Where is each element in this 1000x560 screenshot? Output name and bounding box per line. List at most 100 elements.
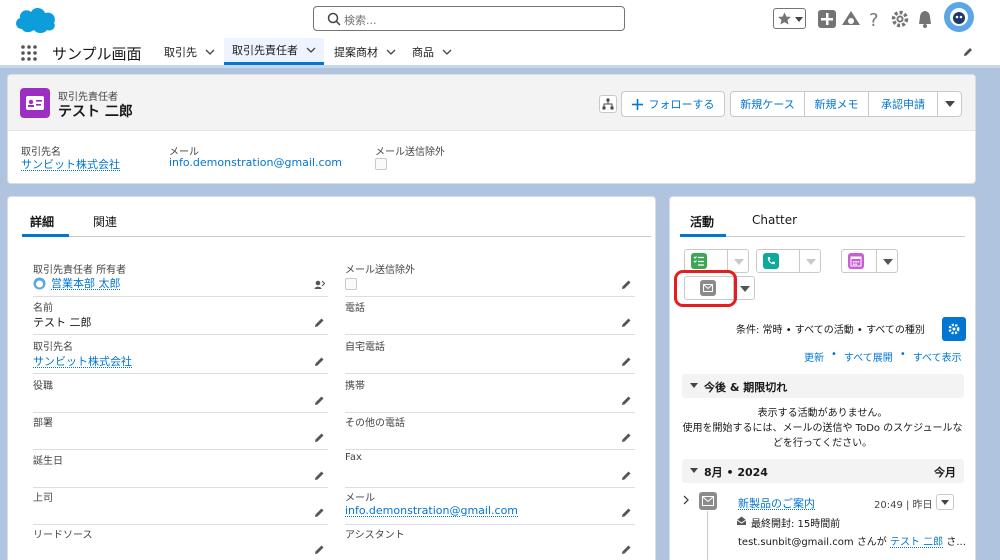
calendar-icon [848,253,864,269]
user-avatar[interactable] [944,2,974,32]
plus-icon [631,98,643,110]
hierarchy-button[interactable] [599,95,617,113]
filter-settings-button[interactable] [942,317,966,341]
email-link[interactable]: info.demonstration@gmail.com [169,156,342,169]
tab-chatter[interactable]: Chatter [752,213,797,227]
edit-pencil-icon[interactable] [621,317,632,328]
activity-card: 活動 Chatter 条件: 常時 • すべての活動 • すべての種別 更新 •… [669,196,976,560]
edit-pencil-icon[interactable] [314,432,325,443]
field-name: 名前 テスト 二郎 [33,297,328,335]
field-owner: 取引先責任者 所有者 営業本部 太郎 [33,259,328,297]
upcoming-overdue-section[interactable]: 今後 & 期限切れ [682,374,964,398]
chevron-down-icon [883,259,893,265]
setup-gear-icon[interactable] [889,8,911,30]
chevron-right-icon[interactable] [682,495,690,505]
chevron-down-icon[interactable] [442,47,452,57]
notification-bell-icon[interactable] [914,8,936,30]
nav-item-label: 取引先責任者 [232,44,298,57]
edit-pencil-icon[interactable] [314,544,325,555]
field-mobile: 携帯 [345,375,635,413]
event-dropdown-button[interactable] [876,249,898,273]
app-launcher-icon[interactable] [20,44,38,62]
chevron-down-icon [690,468,698,473]
section-title: 8月 • 2024 [704,466,768,479]
field-label: 上司 [33,493,53,504]
activity-filter-text: 条件: 常時 • すべての活動 • すべての種別 [736,325,925,336]
separator-dot: • [831,349,837,360]
tab-selected-indicator [680,234,726,237]
nav-item-contacts[interactable]: 取引先責任者 [224,38,324,65]
chevron-down-icon[interactable] [386,47,396,57]
tab-details[interactable]: 詳細 [30,213,54,230]
tab-related[interactable]: 関連 [93,213,117,230]
new-memo-button[interactable]: 新規メモ [804,91,869,117]
activity-subject-link[interactable]: 新製品のご案内 [738,495,815,511]
edit-nav-pencil-icon[interactable] [962,46,974,58]
nav-item-products[interactable]: 商品 [404,38,460,65]
favorites-button[interactable] [773,8,806,29]
edit-pencil-icon[interactable] [314,507,325,518]
chevron-down-icon [690,383,698,388]
help-icon[interactable]: ? [864,8,886,30]
last-opened-text: 最終開封: 15時間前 [751,519,841,530]
hierarchy-icon [602,98,614,110]
edit-pencil-icon[interactable] [621,395,632,406]
refresh-link[interactable]: 更新 [804,349,824,364]
call-dropdown-button[interactable] [799,249,821,273]
recipient-link[interactable]: テスト 二郎 [890,537,943,548]
chevron-down-icon [734,259,744,265]
new-event-button[interactable] [841,249,877,273]
gear-icon [948,323,960,335]
edit-pencil-icon[interactable] [621,470,632,481]
show-all-link[interactable]: すべて表示 [913,349,962,364]
field-value: テスト 二郎 [33,316,92,329]
account-link[interactable]: サンビット株式会社 [33,353,132,369]
follow-button[interactable]: フォローする [621,91,725,117]
account-name-link[interactable]: サンビット株式会社 [21,156,120,172]
edit-pencil-icon[interactable] [621,432,632,443]
field-label: 部署 [33,418,53,429]
edit-pencil-icon[interactable] [314,395,325,406]
edit-pencil-icon[interactable] [314,356,325,367]
month-section[interactable]: 8月 • 2024 今月 [682,459,964,483]
participant-more: さ... [946,537,966,548]
field-label: リードソース [33,530,93,541]
edit-pencil-icon[interactable] [621,544,632,555]
salesforce-logo[interactable] [12,3,58,35]
global-search-input[interactable]: 検索... [313,6,625,31]
more-actions-button[interactable] [937,91,962,117]
tab-activity[interactable]: 活動 [690,213,714,230]
new-case-button[interactable]: 新規ケース [730,91,805,117]
owner-link[interactable]: 営業本部 太郎 [51,275,121,291]
edit-pencil-icon[interactable] [314,317,325,328]
field-label: 電話 [345,303,365,314]
activity-links: 更新 • すべて展開 • すべて表示 [804,349,962,364]
change-owner-icon[interactable] [314,279,325,290]
nav-item-proposals[interactable]: 提案商材 [326,38,404,65]
nav-item-label: 提案商材 [334,45,378,59]
record-header-card: 取引先責任者 テスト 二郎 フォローする 新規ケース 新規メモ 承認申請 取引先… [7,74,976,184]
email-link[interactable]: info.demonstration@gmail.com [345,504,518,517]
edit-pencil-icon[interactable] [621,279,632,290]
field-title: 役職 [33,375,328,413]
owner-value: 営業本部 太郎 [33,275,121,291]
edit-pencil-icon[interactable] [621,356,632,367]
chevron-down-icon [944,101,955,107]
expand-all-link[interactable]: すべて展開 [844,349,893,364]
approval-request-button[interactable]: 承認申請 [868,91,938,117]
nav-item-accounts[interactable]: 取引先 [156,38,223,65]
field-label: 名前 [33,303,53,314]
activity-item-menu-button[interactable] [936,494,954,510]
trailhead-icon[interactable] [840,8,862,30]
chevron-down-icon[interactable] [306,45,316,55]
global-create-icon[interactable] [816,8,838,30]
chevron-down-icon[interactable] [205,47,215,57]
log-call-button[interactable] [756,249,800,273]
edit-pencil-icon[interactable] [314,470,325,481]
astro-icon [950,8,968,26]
empty-line: どを行ってください。 [772,438,873,449]
field-other-phone: その他の電話 [345,412,635,450]
edit-pencil-icon[interactable] [621,507,632,518]
chevron-down-icon [740,286,750,292]
empty-line: 表示する活動がありません。 [757,408,888,419]
